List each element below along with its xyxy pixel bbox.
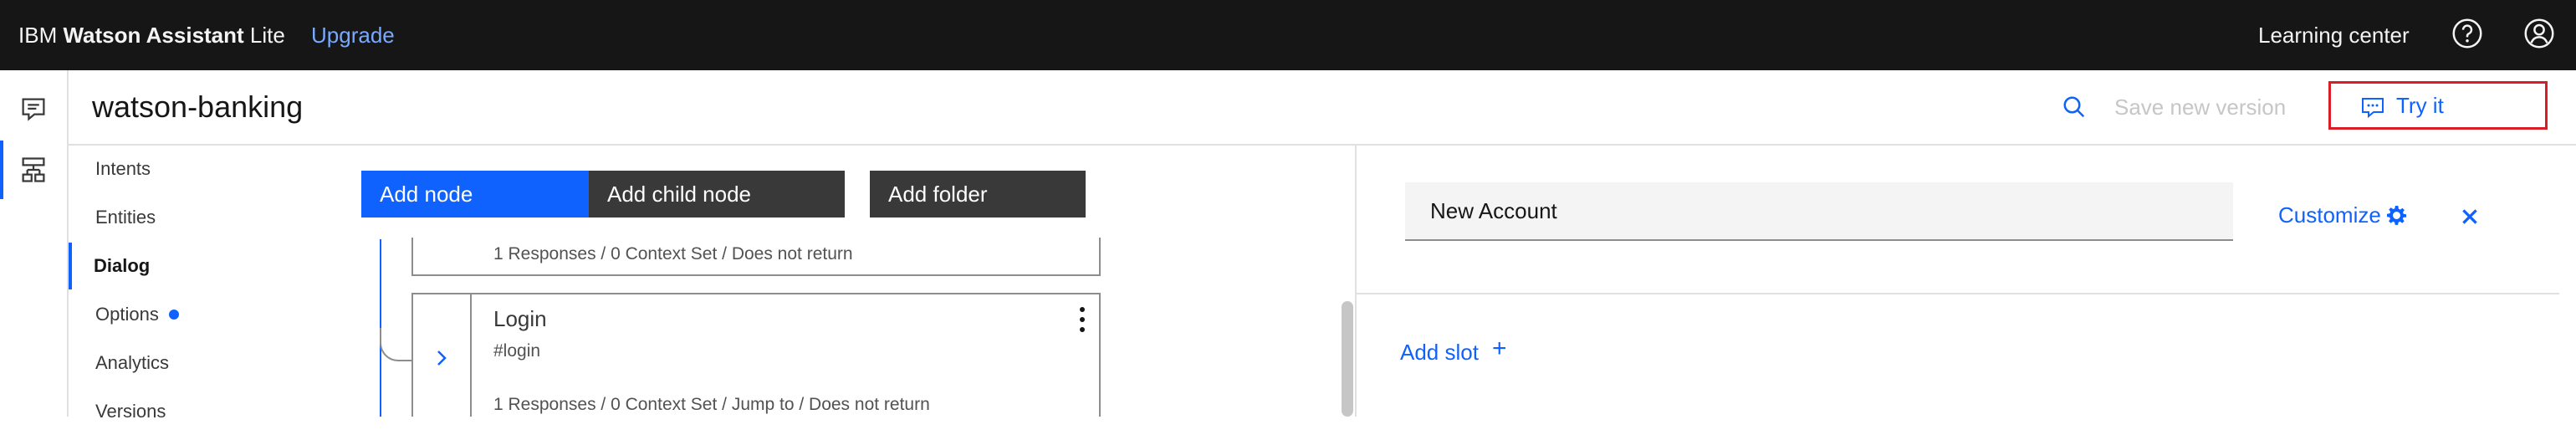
try-it-button[interactable]: Try it (2328, 81, 2548, 130)
expand-node-button[interactable] (413, 294, 472, 417)
chat-icon (22, 98, 45, 121)
canvas-scrollbar[interactable] (1342, 301, 1353, 417)
nav-item-label: Intents (95, 158, 151, 179)
nav-item-label: Dialog (94, 255, 151, 276)
product-name: IBM Watson Assistant Lite (18, 0, 285, 70)
node-name-input[interactable] (1405, 182, 2233, 241)
notification-dot (169, 310, 179, 320)
node-meta: 1 Responses / 0 Context Set / Jump to / … (493, 395, 930, 414)
node-title: Login (493, 306, 547, 331)
brand-bold: Watson Assistant (63, 23, 244, 48)
node-condition: #login (493, 341, 541, 361)
left-rail (0, 70, 69, 417)
skills-tree-icon (22, 157, 45, 182)
skills-rail-button[interactable] (0, 141, 67, 199)
add-child-node-button[interactable]: Add child node (589, 171, 845, 218)
skill-header: watson-banking Save new version Try it (69, 70, 2576, 146)
add-node-button[interactable]: Add node (361, 171, 612, 218)
close-icon[interactable] (2459, 206, 2481, 228)
dialog-node-previous[interactable]: 1 Responses / 0 Context Set / Does not r… (411, 238, 1101, 276)
section-divider (1357, 293, 2559, 294)
nav-item-analytics[interactable]: Analytics (69, 340, 319, 386)
node-meta: 1 Responses / 0 Context Set / Does not r… (493, 244, 853, 264)
nav-item-label: Entities (95, 207, 156, 228)
dialog-node-login[interactable]: Login #login 1 Responses / 0 Context Set… (411, 293, 1101, 417)
add-slot-link[interactable]: Add slot (1400, 340, 1479, 366)
try-it-label: Try it (2396, 93, 2444, 118)
upgrade-link[interactable]: Upgrade (311, 0, 395, 70)
dialog-tree-canvas: Add node Add child node Add folder 1 Res… (319, 146, 1331, 417)
nav-item-versions[interactable]: Versions (69, 388, 319, 435)
help-icon[interactable] (2451, 17, 2484, 50)
chat-bubble-icon (2362, 98, 2384, 119)
page-title: watson-banking (92, 90, 304, 124)
add-slot-plus-icon[interactable]: + (1492, 335, 1507, 363)
gear-icon[interactable] (2384, 202, 2410, 229)
nav-item-entities[interactable]: Entities (69, 194, 319, 241)
save-new-version-button[interactable]: Save new version (2114, 70, 2286, 144)
overflow-menu-icon[interactable] (1074, 303, 1091, 336)
add-folder-button[interactable]: Add folder (870, 171, 1086, 218)
nav-item-label: Versions (95, 401, 166, 422)
chevron-right-icon (437, 351, 447, 366)
nav-item-options[interactable]: Options (69, 291, 319, 338)
search-icon[interactable] (2057, 90, 2091, 124)
assistants-rail-button[interactable] (0, 80, 67, 139)
user-profile-icon[interactable] (2522, 17, 2556, 50)
nav-item-label: Options (95, 304, 159, 325)
nav-item-label: Analytics (95, 352, 170, 373)
learning-center-link[interactable]: Learning center (2258, 0, 2410, 70)
customize-link[interactable]: Customize (2278, 202, 2381, 228)
skill-side-navigation: Intents Entities Dialog Options Analytic… (69, 146, 319, 422)
nav-item-dialog[interactable]: Dialog (69, 243, 319, 289)
brand-prefix: IBM (18, 23, 58, 48)
top-navigation-bar: IBM Watson Assistant Lite Upgrade Learni… (0, 0, 2576, 70)
nav-item-intents[interactable]: Intents (69, 146, 319, 192)
node-editor-panel: Customize Add slot + (1357, 146, 2576, 417)
brand-suffix: Lite (249, 23, 285, 48)
